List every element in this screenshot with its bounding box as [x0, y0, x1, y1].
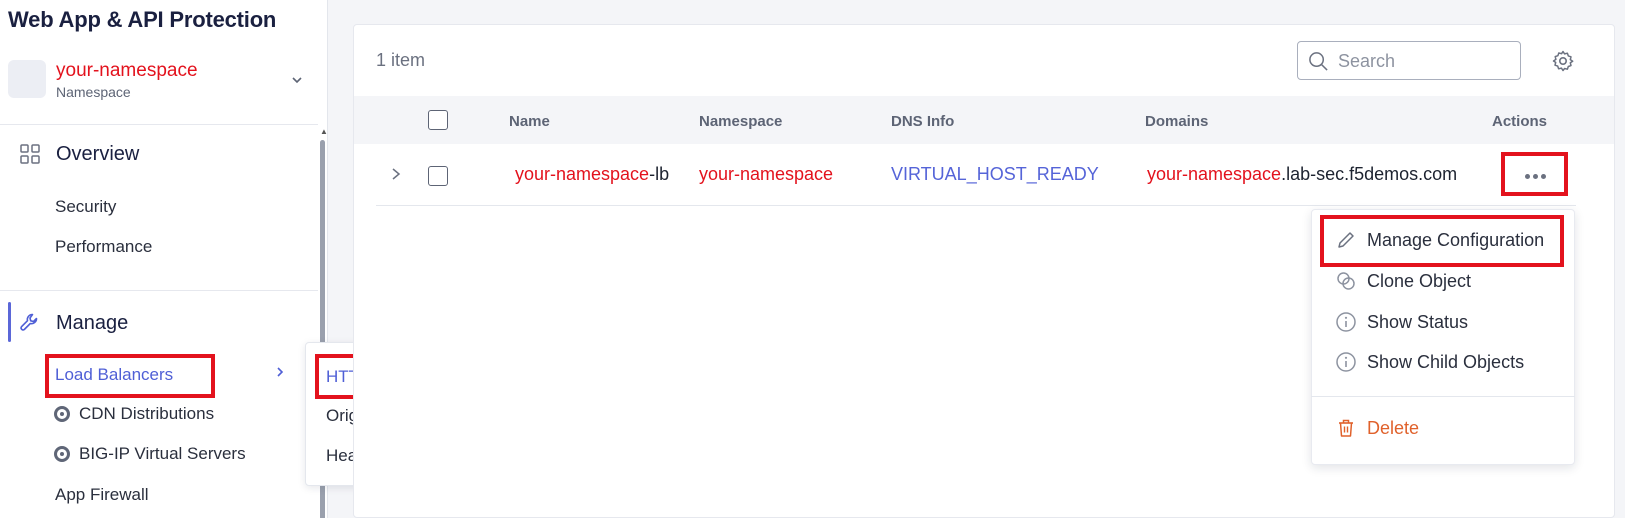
- row-name-suffix: -lb: [649, 164, 670, 184]
- column-header-dns-info[interactable]: DNS Info: [891, 113, 954, 130]
- menu-divider: [1311, 396, 1575, 397]
- row-namespace: your-namespace: [699, 164, 834, 184]
- menu-item-manage-configuration[interactable]: Manage Configuration: [1335, 229, 1544, 251]
- clone-icon: [1335, 270, 1357, 292]
- sidebar-item-bigip-virtual-servers[interactable]: BIG-IP Virtual Servers: [54, 444, 246, 464]
- menu-item-label: Clone Object: [1367, 270, 1472, 291]
- menu-item-label: Show Status: [1367, 311, 1469, 332]
- chevron-right-icon: [277, 367, 284, 377]
- search-input[interactable]: [1338, 50, 1508, 72]
- more-horizontal-icon[interactable]: [1525, 174, 1546, 179]
- row-domain-suffix: .lab-sec.f5demos.com: [1281, 164, 1458, 184]
- grid-icon: [18, 142, 42, 166]
- scroll-up-arrow-icon[interactable]: ▲: [320, 128, 328, 136]
- menu-item-label: Delete: [1367, 417, 1420, 438]
- item-count: 1 item: [376, 50, 426, 70]
- gear-icon[interactable]: [1551, 49, 1575, 73]
- sidebar-item-load-balancers[interactable]: Load Balancers: [55, 365, 173, 385]
- sidebar-section-manage[interactable]: Manage: [18, 311, 128, 335]
- sidebar-section-label: Manage: [56, 311, 129, 334]
- menu-item-label: Show Child Objects: [1367, 351, 1525, 372]
- row-dns-info: VIRTUAL_HOST_READY: [891, 164, 1099, 184]
- row-domain-prefix: your-namespace: [1147, 164, 1282, 184]
- row-name-prefix: your-namespace: [515, 164, 650, 184]
- sidebar-item-label: CDN Distributions: [79, 404, 215, 423]
- target-icon: [54, 406, 70, 422]
- namespace-avatar: [8, 60, 46, 98]
- menu-item-delete[interactable]: Delete: [1335, 417, 1419, 439]
- search-icon: [1309, 52, 1328, 71]
- menu-item-show-status[interactable]: Show Status: [1335, 311, 1468, 333]
- column-header-name[interactable]: Name: [509, 113, 550, 130]
- pencil-icon: [1335, 229, 1357, 251]
- namespace-name: your-namespace: [56, 60, 198, 81]
- menu-item-show-child-objects[interactable]: Show Child Objects: [1335, 351, 1524, 373]
- chevron-down-icon[interactable]: [289, 72, 305, 88]
- active-section-indicator: [8, 302, 11, 342]
- select-all-checkbox[interactable]: [428, 110, 448, 130]
- row-divider: [376, 205, 1576, 206]
- sidebar-item-security[interactable]: Security: [55, 197, 116, 217]
- sidebar-section-label: Overview: [56, 142, 140, 165]
- namespace-label: Namespace: [56, 84, 131, 100]
- sidebar-item-label: BIG-IP Virtual Servers: [79, 444, 246, 463]
- sidebar-divider: [0, 290, 318, 291]
- target-icon: [54, 446, 70, 462]
- namespace-selector[interactable]: your-namespace Namespace: [8, 60, 313, 102]
- sidebar-item-cdn-distributions[interactable]: CDN Distributions: [54, 404, 214, 424]
- trash-icon: [1335, 417, 1357, 439]
- column-header-domains[interactable]: Domains: [1145, 113, 1208, 130]
- info-icon: [1335, 351, 1357, 373]
- row-checkbox[interactable]: [428, 166, 448, 186]
- app-title: Web App & API Protection: [8, 7, 277, 32]
- column-header-actions: Actions: [1492, 113, 1548, 130]
- menu-item-label: Manage Configuration: [1367, 229, 1545, 250]
- sidebar-section-overview[interactable]: Overview: [18, 142, 139, 166]
- row-name[interactable]: your-namespace-lb: [515, 164, 669, 185]
- sidebar-divider: [0, 124, 318, 125]
- row-domain: your-namespace.lab-sec.f5demos.com: [1147, 164, 1457, 185]
- menu-item-clone-object[interactable]: Clone Object: [1335, 270, 1471, 292]
- expand-row-chevron-icon[interactable]: [390, 166, 402, 182]
- wrench-icon: [18, 311, 42, 335]
- sidebar-item-app-firewall[interactable]: App Firewall: [55, 485, 149, 505]
- info-icon: [1335, 311, 1357, 333]
- column-header-namespace[interactable]: Namespace: [699, 113, 782, 130]
- search-box[interactable]: [1297, 41, 1521, 80]
- sidebar-item-performance[interactable]: Performance: [55, 237, 152, 257]
